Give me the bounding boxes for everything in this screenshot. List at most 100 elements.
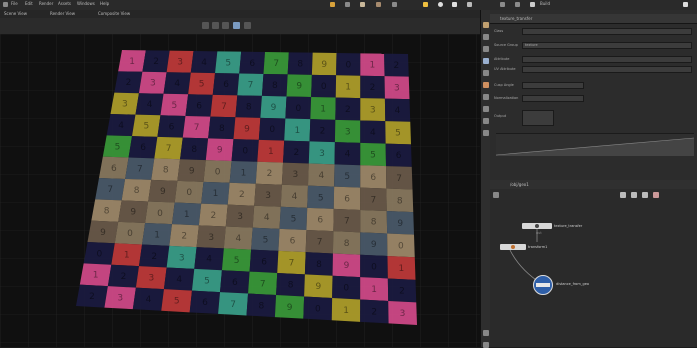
display-icon[interactable] [483,82,489,88]
sphere-icon[interactable] [438,2,443,7]
checker-number: 4 [176,275,182,285]
checker-number: 2 [181,232,187,242]
tool-icon[interactable] [620,192,626,198]
network-path[interactable]: /obj/geo1 [510,182,529,187]
tab-scene-view[interactable]: Scene View [4,11,27,16]
checker-number: 2 [211,211,217,221]
geometry-icon[interactable] [467,2,472,7]
shelf-tool-icon[interactable] [530,2,535,7]
menu-edit[interactable]: Edit [25,1,33,6]
checker-number: 1 [369,61,375,71]
param-field[interactable] [522,110,554,126]
camera-icon[interactable] [452,2,457,7]
shelf-tool-icon[interactable] [683,2,688,7]
checker-number: 5 [263,235,269,245]
view-mode-icon[interactable] [222,22,229,29]
checker-number: 5 [143,122,149,132]
param-label: Attribute [494,57,510,61]
checker-number: 0 [242,146,248,156]
checker-number: 4 [201,58,207,68]
tool-icon[interactable] [642,192,648,198]
checker-number: 0 [315,304,321,314]
menu-render[interactable]: Render [39,1,53,6]
menu-assets[interactable]: Assets [58,1,71,6]
param-field[interactable]: texture [522,42,692,49]
menu-windows[interactable]: Windows [77,1,95,6]
menu-help[interactable]: Help [100,1,109,6]
node-transform1[interactable] [500,244,526,250]
snap-icon[interactable] [483,22,489,28]
checker-number: 5 [225,58,231,68]
checker-number: 8 [316,260,322,270]
checker-number: 8 [219,124,225,134]
display-icon[interactable] [483,106,489,112]
display-icon[interactable] [483,130,489,136]
nav-icon[interactable] [493,192,499,198]
shelf-tool-icon[interactable] [392,2,397,7]
display-icon[interactable] [483,342,489,348]
node-texture-transfer[interactable] [522,223,552,229]
param-field[interactable] [522,28,692,35]
display-icon[interactable] [483,58,489,64]
ramp-curve[interactable] [495,133,695,156]
checker-number: 0 [343,284,349,294]
checker-number: 6 [223,80,229,90]
view-mode-icon[interactable] [212,22,219,29]
checker-number: 2 [371,307,377,317]
checker-number: 9 [160,187,166,197]
shelf-tool-icon[interactable] [376,2,381,7]
network-editor[interactable]: texture_transfer out transform1 distance… [490,200,697,347]
checker-number: 9 [397,219,403,229]
parameter-header: texture_transfer [490,14,697,24]
shelf-tool-icon[interactable] [515,2,520,7]
checker-number: 1 [154,230,160,240]
checker-number: 6 [396,151,402,161]
display-icon[interactable] [483,94,489,100]
checker-number: 1 [241,168,247,178]
shelf-tool-icon[interactable] [500,2,505,7]
display-icon[interactable] [483,34,489,40]
checker-number: 8 [397,196,403,206]
checker-number: 1 [184,210,190,220]
checker-number: 5 [172,101,178,111]
checker-number: 0 [295,104,301,114]
node-distance-from-geo[interactable] [533,275,553,295]
checker-number: 3 [117,294,123,304]
tab-composite-view[interactable]: Composite View [98,11,130,16]
view-mode-icon[interactable] [202,22,209,29]
tab-render-view[interactable]: Render View [50,11,75,16]
view-mode-icon[interactable] [244,22,251,29]
display-icon[interactable] [483,46,489,52]
tool-icon[interactable] [631,192,637,198]
checker-number: 4 [146,295,152,305]
param-field[interactable] [522,56,692,63]
checker-number: 2 [393,61,399,71]
checker-number: 8 [371,218,377,228]
checker-number: 1 [399,264,405,274]
shading-mode-icon[interactable] [233,22,240,29]
checker-number: 3 [148,274,154,284]
node-icon [511,245,515,249]
param-field[interactable] [522,66,692,73]
checker-number: 0 [215,167,221,177]
shelf-tool-icon[interactable] [360,2,365,7]
param-field[interactable] [522,95,584,102]
shelf-tool-icon[interactable] [345,2,350,7]
shelf-tool-icon[interactable] [330,2,335,7]
display-icon[interactable] [483,330,489,336]
node-title: texture_transfer [500,16,533,21]
checker-number: 8 [297,60,303,70]
desktop-label[interactable]: Build [540,1,550,6]
checker-number: 0 [345,60,351,70]
display-icon[interactable] [483,70,489,76]
checker-number: 4 [395,106,401,116]
node-icon [536,283,550,287]
display-icon[interactable] [483,118,489,124]
light-icon[interactable] [423,2,428,7]
param-field[interactable] [522,82,584,89]
menu-icon[interactable] [3,2,8,7]
menu-file[interactable]: File [11,1,18,6]
scene-viewport[interactable]: 1 2 3 4 5 6 7 8 9 0 1 2 2 3 4 5 6 7 8 9 0 1 2 3 3 4 5 6 7 8 9 0 1 2 3 4 4 5 6 7… [0,34,480,347]
tool-icon[interactable] [653,192,659,198]
checker-number: 8 [288,281,294,291]
